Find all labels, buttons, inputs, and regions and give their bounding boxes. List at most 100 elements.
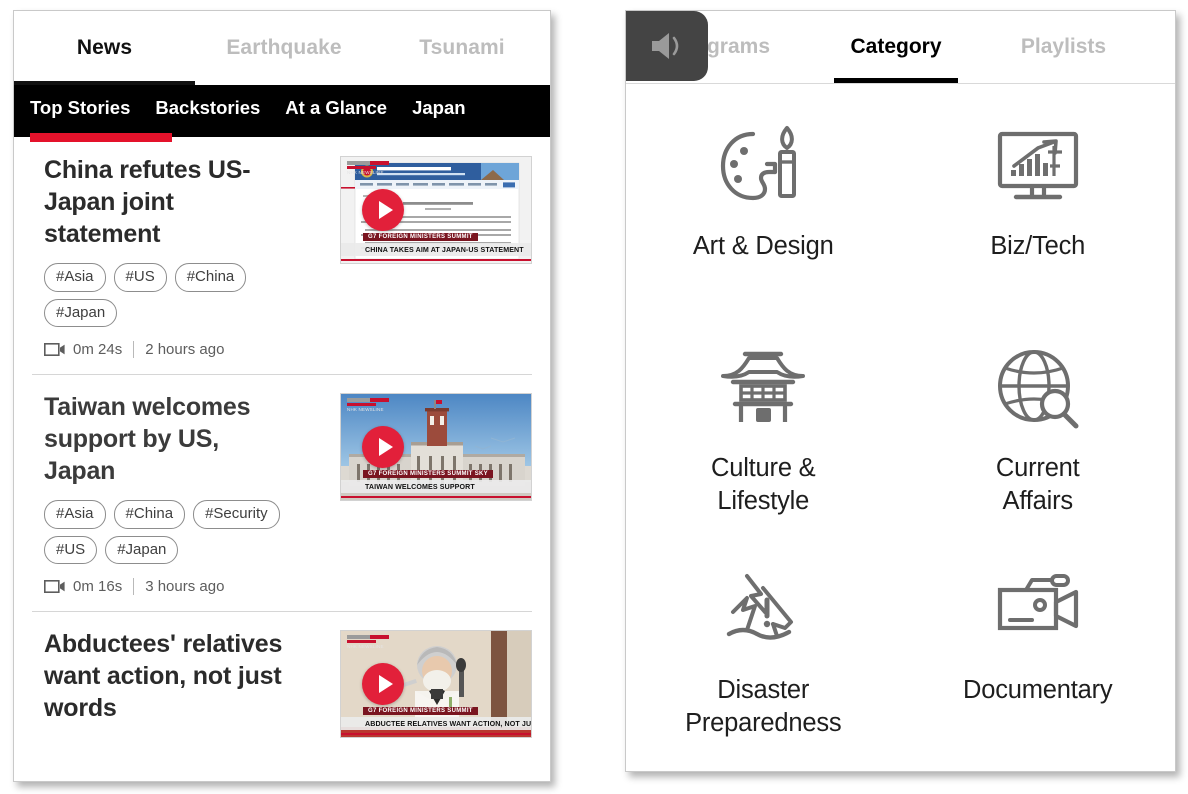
article-duration: 0m 24s <box>73 341 123 358</box>
article-title[interactable]: Taiwan welcomes support by US, Japan <box>44 391 296 487</box>
channel-label: NHK NEWSLINE <box>347 170 384 175</box>
article-meta: 0m 16s 3 hours ago <box>44 578 330 595</box>
thumbnail-caption: TAIWAN WELCOMES SUPPORT <box>341 480 531 493</box>
article-thumbnail[interactable]: NHK NEWSLINE G7 FOREIGN MINISTERS SUMMIT… <box>340 393 532 501</box>
thumbnail-badge: G7 FOREIGN MINISTERS SUMMIT SKY <box>363 470 493 478</box>
category-item-culture-lifestyle[interactable]: Culture & Lifestyle <box>626 344 901 566</box>
play-button[interactable] <box>362 663 404 705</box>
category-label: Biz/Tech <box>990 232 1086 260</box>
article-item[interactable]: China refutes US-Japan joint statement #… <box>14 137 550 374</box>
article-item[interactable]: Taiwan welcomes support by US, Japan #As… <box>14 374 550 611</box>
article-tags: #Asia #China #Security #US #Japan <box>44 500 314 564</box>
tab-category-label: Category <box>850 35 942 58</box>
tab-tsunami-label: Tsunami <box>419 36 505 59</box>
globe-search-icon <box>997 350 1079 429</box>
tag-chip[interactable]: #US <box>113 263 167 292</box>
article-content: Abductees' relatives want action, not ju… <box>44 628 340 738</box>
play-button[interactable] <box>362 426 404 468</box>
screenshot-stage: News Earthquake Tsunami Top Stories Back… <box>0 0 1188 794</box>
category-panel: Programs Category Playlists Art & Design… <box>625 10 1176 772</box>
article-title[interactable]: China refutes US-Japan joint statement <box>44 154 296 250</box>
channel-logo: NHK NEWSLINE <box>347 398 389 412</box>
temple-icon <box>721 351 806 422</box>
category-label: Current Affairs <box>995 454 1080 516</box>
tag-chip[interactable]: #Asia <box>44 263 106 292</box>
channel-logo: NHK NEWSLINE <box>347 161 389 175</box>
category-panel-tabs: Programs Category Playlists <box>626 11 1175 84</box>
globe-search-icon-wrap <box>992 344 1084 436</box>
news-panel: News Earthquake Tsunami Top Stories Back… <box>13 10 551 782</box>
news-sub-nav: Top Stories Backstories At a Glance Japa… <box>14 85 550 142</box>
play-triangle-icon <box>378 438 393 456</box>
article-item[interactable]: Abductees' relatives want action, not ju… <box>14 611 550 754</box>
thumbnail-badge: G7 FOREIGN MINISTERS SUMMIT <box>363 233 478 241</box>
article-content: China refutes US-Japan joint statement #… <box>44 154 340 358</box>
subnav-item-japan[interactable]: Japan <box>412 97 465 137</box>
tab-earthquake[interactable]: Earthquake <box>195 11 373 85</box>
monitor-chart-icon <box>997 131 1078 200</box>
category-item-biz-tech[interactable]: Biz/Tech <box>901 122 1176 344</box>
subnav-japan-label: Japan <box>412 97 466 118</box>
meta-divider <box>133 578 135 595</box>
article-tags: #Asia #US #China #Japan <box>44 263 314 327</box>
tab-tsunami[interactable]: Tsunami <box>373 11 550 85</box>
thumbnail-caption: CHINA TAKES AIM AT JAPAN-US STATEMENT <box>341 243 531 256</box>
category-label: Disaster Preparedness <box>685 676 842 738</box>
tag-chip[interactable]: #China <box>174 263 247 292</box>
palette-brush-icon-wrap <box>717 122 809 214</box>
monitor-chart-icon-wrap <box>992 122 1084 214</box>
article-content: Taiwan welcomes support by US, Japan #As… <box>44 391 340 595</box>
category-item-documentary[interactable]: Documentary <box>901 566 1176 771</box>
article-meta: 0m 24s 2 hours ago <box>44 341 330 358</box>
tag-chip[interactable]: #Security <box>193 500 280 529</box>
category-grid: Art & Design Biz/Tech Culture & Lifestyl… <box>626 84 1176 771</box>
video-camera-icon <box>44 579 65 593</box>
thumbnail-accent-line <box>341 733 531 735</box>
category-item-current-affairs[interactable]: Current Affairs <box>901 344 1176 566</box>
damaged-house-alert-icon <box>727 574 794 640</box>
tab-news-label: News <box>76 36 133 59</box>
tab-playlists[interactable]: Playlists <box>976 11 1151 83</box>
play-triangle-icon <box>378 201 393 219</box>
tab-playlists-label: Playlists <box>1020 35 1107 58</box>
category-item-art-design[interactable]: Art & Design <box>626 122 901 344</box>
video-camera-icon-wrap <box>992 566 1084 658</box>
damaged-house-alert-icon-wrap <box>717 566 809 658</box>
article-timestamp: 3 hours ago <box>145 578 225 595</box>
article-duration: 0m 16s <box>73 578 123 595</box>
tag-chip[interactable]: #US <box>44 535 98 564</box>
article-thumbnail[interactable]: NHK NEWSLINE G7 FOREIGN MINISTERS SUMMIT… <box>340 156 532 264</box>
article-timestamp: 2 hours ago <box>145 341 225 358</box>
palette-brush-icon <box>721 126 797 201</box>
subnav-at-a-glance-label: At a Glance <box>285 97 388 118</box>
speaker-volume-icon <box>652 33 679 59</box>
play-button[interactable] <box>362 189 404 231</box>
thumbnail-accent-line <box>341 496 531 498</box>
channel-logo: NHK NEWSLINE <box>347 635 389 649</box>
article-thumbnail[interactable]: NHK NEWSLINE G7 FOREIGN MINISTERS SUMMIT… <box>340 630 532 738</box>
video-camera-icon <box>997 574 1078 631</box>
category-label: Documentary <box>963 676 1113 704</box>
play-triangle-icon <box>378 675 393 693</box>
channel-label: NHK NEWSLINE <box>347 407 384 412</box>
subnav-item-backstories[interactable]: Backstories <box>155 97 260 137</box>
tag-chip[interactable]: #Asia <box>44 500 106 529</box>
tag-chip[interactable]: #Japan <box>105 535 179 564</box>
article-list: China refutes US-Japan joint statement #… <box>14 137 550 754</box>
thumbnail-badge: G7 FOREIGN MINISTERS SUMMIT <box>363 707 478 715</box>
news-top-tabs: News Earthquake Tsunami <box>14 11 550 85</box>
tab-category[interactable]: Category <box>816 11 976 83</box>
tag-chip[interactable]: #Japan <box>44 298 118 327</box>
channel-label: NHK NEWSLINE <box>347 644 384 649</box>
category-item-disaster-preparedness[interactable]: Disaster Preparedness <box>626 566 901 771</box>
tab-earthquake-label: Earthquake <box>226 36 342 59</box>
temple-icon-wrap <box>717 344 809 436</box>
category-label: Art & Design <box>692 232 834 260</box>
thumbnail-accent-line <box>341 259 531 261</box>
speaker-volume-button[interactable] <box>626 11 708 81</box>
tab-news[interactable]: News <box>14 11 195 85</box>
tag-chip[interactable]: #China <box>113 500 186 529</box>
article-title[interactable]: Abductees' relatives want action, not ju… <box>44 628 296 724</box>
subnav-item-at-a-glance[interactable]: At a Glance <box>285 97 387 137</box>
subnav-item-top-stories[interactable]: Top Stories <box>30 97 173 142</box>
